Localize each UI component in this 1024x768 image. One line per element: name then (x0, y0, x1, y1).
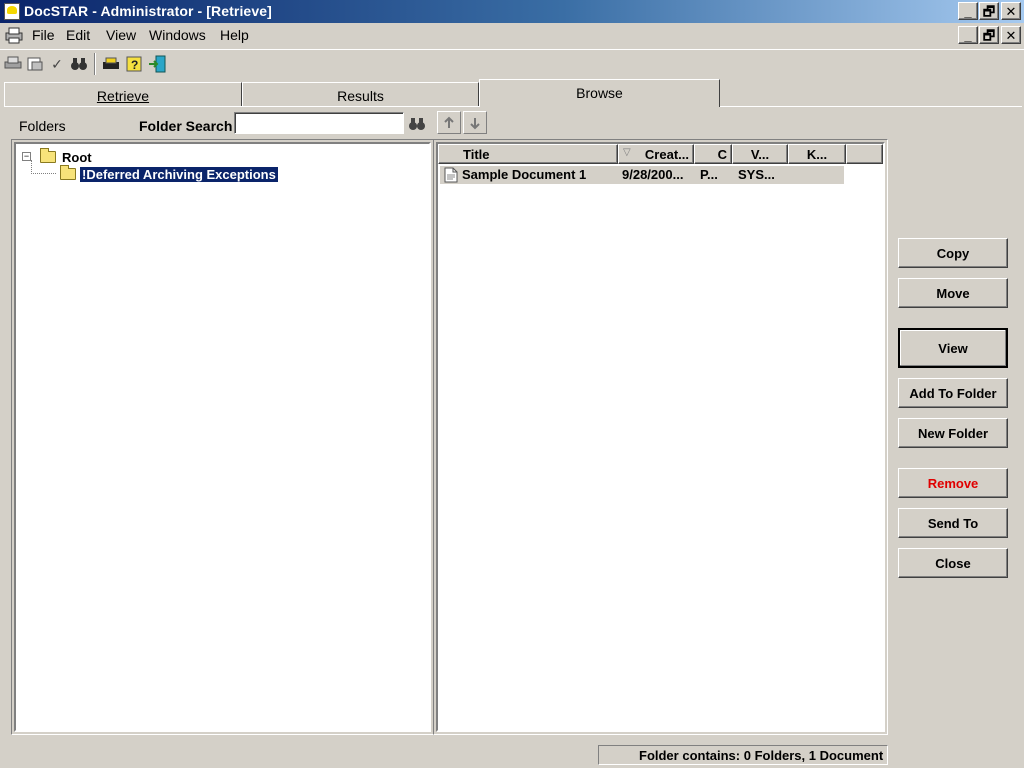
scan-icon[interactable] (24, 53, 46, 75)
open-folder-icon (60, 165, 76, 180)
row-created: 9/28/200... (622, 167, 684, 182)
add-to-folder-button[interactable]: Add To Folder (898, 378, 1008, 408)
checkmark-icon[interactable]: ✓ (46, 53, 68, 75)
menu-bar: File Edit View Windows Help _ 🗗 ✕ (0, 23, 1024, 47)
window-title: DocSTAR - Administrator - [Retrieve] (24, 3, 272, 19)
close-window-button[interactable]: ✕ (1001, 2, 1021, 20)
printer-icon[interactable] (2, 53, 24, 75)
mdi-restore-button[interactable]: 🗗 (979, 26, 999, 44)
find-previous-icon[interactable] (437, 111, 461, 134)
menu-windows[interactable]: Windows (149, 27, 206, 43)
remove-button[interactable]: Remove (898, 468, 1008, 498)
mdi-minimize-button[interactable]: _ (958, 26, 978, 44)
help-icon[interactable]: ? (123, 53, 145, 75)
column-title[interactable]: Title (438, 144, 618, 164)
row-c: P... (700, 167, 718, 182)
copy-button[interactable]: Copy (898, 238, 1008, 268)
tree-node-deferred-archiving-exceptions[interactable]: !Deferred Archiving Exceptions (79, 166, 279, 183)
tree-node-root[interactable]: Root (62, 150, 92, 165)
tab-retrieve[interactable]: Retrieve (4, 82, 242, 107)
column-created-label: Creat... (644, 147, 689, 162)
fax-icon[interactable] (100, 53, 122, 75)
column-filler (846, 144, 883, 164)
row-v: SYS... (738, 167, 775, 182)
folders-label: Folders (19, 118, 66, 134)
column-created[interactable]: ▽ Creat... (618, 144, 694, 164)
sort-descending-icon: ▽ (623, 147, 631, 158)
column-c[interactable]: C (694, 144, 732, 164)
column-k[interactable]: K... (788, 144, 846, 164)
printer-document-icon[interactable] (4, 26, 24, 44)
folder-search-binoculars-icon[interactable] (405, 112, 429, 135)
document-icon (444, 167, 458, 183)
tab-results[interactable]: Results (242, 82, 479, 107)
document-list-frame: Title ▽ Creat... C V... K... Sample Docum… (433, 139, 888, 735)
mdi-close-button[interactable]: ✕ (1001, 26, 1021, 44)
list-header: Title ▽ Creat... C V... K... (438, 144, 883, 164)
title-bar: DocSTAR - Administrator - [Retrieve] _ 🗗… (0, 0, 1024, 23)
folder-tree[interactable]: − Root !Deferred Archiving Exceptions (14, 142, 431, 732)
menu-help[interactable]: Help (220, 27, 249, 43)
menu-edit[interactable]: Edit (66, 27, 90, 43)
folder-tree-frame: − Root !Deferred Archiving Exceptions (11, 139, 434, 735)
new-folder-button[interactable]: New Folder (898, 418, 1008, 448)
tab-browse-label: Browse (576, 85, 623, 101)
menu-file[interactable]: File (32, 27, 55, 43)
minimize-button[interactable]: _ (958, 2, 978, 20)
tree-connector (31, 160, 32, 174)
folder-search-label: Folder Search (139, 118, 233, 134)
svg-text:?: ? (131, 58, 138, 72)
binoculars-icon[interactable] (68, 53, 90, 75)
exit-door-icon[interactable] (146, 53, 168, 75)
menu-view[interactable]: View (106, 27, 136, 43)
tree-collapse-icon[interactable]: − (22, 152, 31, 161)
column-v[interactable]: V... (732, 144, 788, 164)
folder-search-input[interactable] (234, 112, 404, 134)
document-list[interactable]: Title ▽ Creat... C V... K... Sample Docum… (436, 142, 885, 732)
move-button[interactable]: Move (898, 278, 1008, 308)
tab-retrieve-label: Retrieve (96, 88, 150, 104)
tab-results-label: Results (337, 88, 384, 104)
send-to-button[interactable]: Send To (898, 508, 1008, 538)
toolbar-separator (94, 53, 96, 75)
restore-button[interactable]: 🗗 (979, 2, 999, 20)
tab-browse[interactable]: Browse (479, 79, 720, 107)
row-title: Sample Document 1 (462, 167, 587, 182)
find-next-icon[interactable] (463, 111, 487, 134)
docstar-app-icon (4, 3, 20, 20)
table-row[interactable]: Sample Document 1 9/28/200... P... SYS..… (440, 166, 844, 184)
row-k (790, 166, 844, 184)
tree-connector (31, 173, 56, 174)
toolbar: ✓ ? (0, 49, 1024, 77)
status-bar-text: Folder contains: 0 Folders, 1 Document (598, 745, 888, 765)
view-button[interactable]: View (898, 328, 1008, 368)
close-button[interactable]: Close (898, 548, 1008, 578)
root-folder-icon (40, 148, 56, 163)
